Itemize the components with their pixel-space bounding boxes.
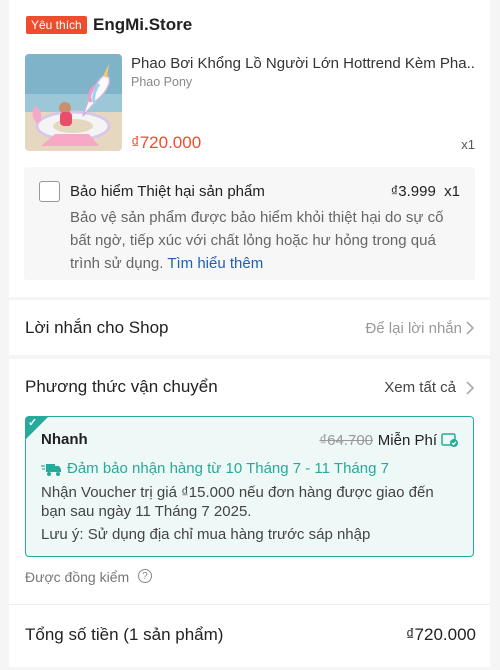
total-label: Tổng số tiền (1 sản phẩm): [25, 625, 224, 644]
original-shipping-fee: ₫64.700: [319, 432, 373, 449]
shipping-option-name: Nhanh: [41, 431, 88, 448]
message-label: Lời nhắn cho Shop: [25, 318, 169, 337]
product-price: ₫720.000: [131, 133, 202, 152]
shipping-option-fast[interactable]: ✓ Nhanh ₫64.700 Miễn Phí Đảm bảo nhận hà…: [25, 416, 474, 557]
shop-order-card: Yêu thích EngMi.Store Phao Bơi Khổng Lồ …: [9, 0, 490, 297]
insurance-title: Bảo hiểm Thiệt hại sản phẩm: [70, 183, 265, 200]
delivery-guarantee: Đảm bảo nhận hàng từ 10 Tháng 7 - 11 Thá…: [67, 460, 389, 477]
insurance-price-value: ₫3.999: [390, 183, 436, 200]
insurance-description: Bảo vệ sản phẩm được bảo hiểm khỏi thiệt…: [70, 206, 462, 275]
insurance-option: Bảo hiểm Thiệt hại sản phẩm ₫3.999 x1 Bả…: [24, 167, 475, 280]
free-shipping-icon: [441, 433, 458, 447]
insurance-checkbox[interactable]: [39, 181, 60, 202]
see-all-shipping-link[interactable]: Xem tất cả: [384, 379, 456, 396]
shipping-address-note: Lưu ý: Sử dụng địa chỉ mua hàng trước sá…: [41, 526, 371, 543]
chevron-right-icon: [466, 381, 475, 395]
product-thumbnail[interactable]: [25, 54, 122, 151]
help-icon[interactable]: ?: [138, 569, 152, 583]
order-total-row: Tổng số tiền (1 sản phẩm) ₫720.000: [9, 604, 490, 667]
insurance-quantity: x1: [444, 183, 460, 200]
product-variant: Phao Pony: [131, 75, 193, 89]
late-delivery-voucher-text: Nhận Voucher trị giá ₫15.000 nếu đơn hàn…: [41, 484, 434, 520]
shipping-fee: Miễn Phí: [377, 432, 437, 449]
learn-more-link[interactable]: Tìm hiểu thêm: [167, 255, 263, 272]
check-icon: ✓: [28, 417, 38, 429]
insurance-price: ₫3.999 x1: [391, 183, 460, 200]
total-value: ₫720.000: [405, 625, 476, 644]
product-title[interactable]: Phao Bơi Khổng Lồ Người Lớn Hottrend Kèm…: [131, 55, 476, 72]
co-inspection-label: Được đồng kiểm: [25, 569, 130, 585]
shipping-section: Phương thức vận chuyển Xem tất cả ✓ Nhan…: [9, 359, 490, 604]
message-placeholder[interactable]: Để lại lời nhắn: [365, 320, 462, 337]
product-quantity: x1: [461, 137, 475, 152]
chevron-right-icon: [466, 321, 475, 335]
message-to-shop-row[interactable]: Lời nhắn cho Shop Để lại lời nhắn: [9, 300, 490, 355]
truck-icon: [41, 464, 61, 476]
shop-name[interactable]: EngMi.Store: [93, 15, 192, 35]
unicorn-float-image: [25, 54, 122, 151]
favorite-shop-badge: Yêu thích: [26, 16, 87, 34]
shipping-title: Phương thức vận chuyển: [25, 377, 218, 396]
